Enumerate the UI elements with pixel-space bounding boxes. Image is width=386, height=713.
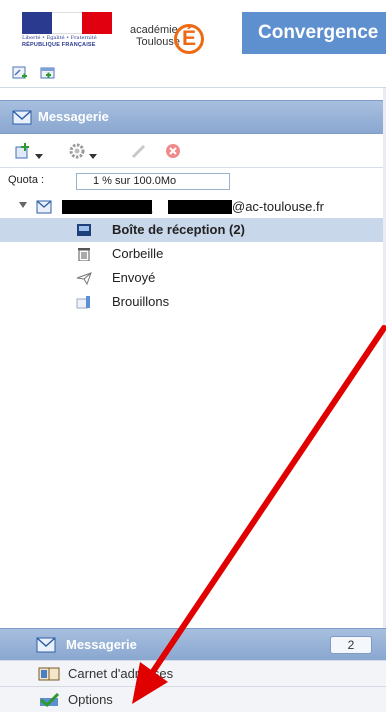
top-icon-bar [0, 60, 386, 88]
chevron-down-icon [89, 154, 97, 160]
inbox-icon [77, 224, 91, 236]
nav-messagerie[interactable]: Messagerie 2 [0, 628, 386, 660]
folder-drafts[interactable]: Brouillons [0, 290, 386, 314]
delete-button[interactable] [164, 142, 182, 160]
messagerie-toolbar [0, 134, 386, 168]
folder-label: Brouillons [112, 294, 170, 309]
folder-trash[interactable]: Corbeille [0, 242, 386, 266]
quota-row: Quota : 1 % sur 100.0Mo [0, 172, 386, 192]
folder-label: Envoyé [112, 270, 156, 285]
folder-tree: . @ac-toulouse.fr Boîte de réception (2)… [0, 196, 386, 314]
nav-carnet-label: Carnet d'adresses [68, 666, 174, 681]
unread-count-badge: 2 [330, 636, 372, 654]
new-folder-icon [15, 143, 29, 159]
nav-options[interactable]: Options [0, 686, 386, 712]
redacted-name [62, 200, 152, 214]
annotation-arrow-shaft [147, 325, 386, 679]
section-title: Messagerie [38, 109, 109, 124]
gear-icon [69, 143, 85, 159]
quota-label: Quota : [8, 174, 45, 186]
academie-label: académie [130, 24, 178, 36]
account-row[interactable]: . @ac-toulouse.fr [0, 196, 386, 218]
drafts-icon [76, 296, 90, 309]
messagerie-section-header: Messagerie [0, 100, 386, 134]
settings-menu-button[interactable] [68, 142, 97, 160]
sent-icon [76, 272, 92, 285]
republique-francaise-logo: Liberté • Égalité • Fraternité RÉPUBLIQU… [22, 12, 112, 50]
mailbox-icon [12, 110, 32, 125]
chevron-down-icon [35, 154, 43, 160]
french-flag-icon [22, 12, 112, 34]
edit-button[interactable] [130, 142, 148, 160]
nav-messagerie-label: Messagerie [66, 637, 137, 652]
pencil-icon [131, 144, 146, 159]
academie-e-logo: É [174, 24, 204, 54]
account-mailbox-icon [36, 200, 52, 214]
new-window-icon[interactable] [12, 66, 28, 80]
folder-sent[interactable]: Envoyé [0, 266, 386, 290]
app-header: Liberté • Égalité • Fraternité RÉPUBLIQU… [0, 0, 386, 60]
rf-name: RÉPUBLIQUE FRANÇAISE [22, 42, 96, 48]
add-window-icon[interactable] [40, 66, 56, 80]
nav-options-label: Options [68, 692, 113, 707]
expand-toggle-icon[interactable] [19, 202, 27, 208]
bottom-navigation: Messagerie 2 Carnet d'adresses Options [0, 628, 386, 713]
address-book-icon [38, 667, 60, 681]
folder-label: Boîte de réception (2) [112, 222, 245, 237]
account-domain: @ac-toulouse.fr [232, 199, 324, 214]
mailbox-icon [36, 637, 56, 653]
app-title-banner: Convergence [242, 12, 386, 54]
folder-label: Corbeille [112, 246, 164, 261]
delete-icon [166, 144, 180, 158]
quota-bar: 1 % sur 100.0Mo [76, 173, 230, 190]
redacted-name [168, 200, 232, 214]
folder-inbox[interactable]: Boîte de réception (2) [0, 218, 386, 242]
new-folder-button[interactable] [14, 142, 43, 160]
nav-carnet-adresses[interactable]: Carnet d'adresses [0, 660, 386, 686]
redacted-separator: . [150, 202, 154, 216]
options-checkmark-icon [40, 693, 60, 707]
trash-icon [78, 248, 90, 261]
